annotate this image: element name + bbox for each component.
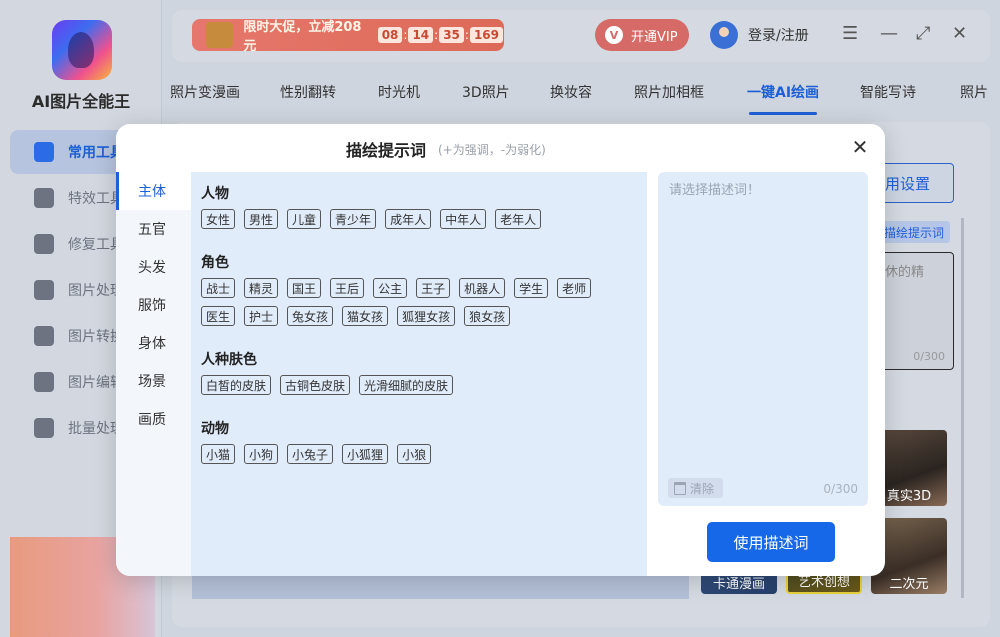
edit-icon xyxy=(34,372,54,392)
tag-item[interactable]: 中年人 xyxy=(440,209,487,229)
tag-item[interactable]: 光滑细腻的皮肤 xyxy=(359,375,454,395)
category-quality[interactable]: 画质 xyxy=(116,400,191,438)
tag-item[interactable]: 老年人 xyxy=(495,209,542,229)
scrollbar[interactable] xyxy=(961,218,964,598)
settings-button[interactable]: 用设置 xyxy=(880,163,954,203)
category-scene[interactable]: 场景 xyxy=(116,362,191,400)
countdown-ms: 169 xyxy=(469,27,503,43)
convert-icon xyxy=(34,326,54,346)
clear-button[interactable]: 清除 xyxy=(668,478,723,498)
countdown-hours: 08 xyxy=(377,27,403,43)
category-clothing[interactable]: 服饰 xyxy=(116,286,191,324)
prompt-textarea[interactable]: 休的精 0/300 xyxy=(880,252,954,370)
tag-item[interactable]: 成年人 xyxy=(385,209,432,229)
tab-3d-photo[interactable]: 3D照片 xyxy=(462,82,510,102)
tag-item[interactable]: 兔女孩 xyxy=(287,306,334,326)
category-subject[interactable]: 主体 xyxy=(116,172,191,210)
tab-photo-more[interactable]: 照片 xyxy=(960,82,988,102)
group-title-skin: 人种肤色 xyxy=(201,352,257,368)
selected-prompts-box[interactable]: 请选择描述词！ 清除 0/300 xyxy=(658,172,868,506)
tag-item[interactable]: 小猫 xyxy=(201,444,236,464)
category-features[interactable]: 五官 xyxy=(116,210,191,248)
tag-item[interactable]: 狼女孩 xyxy=(464,306,511,326)
group-title-role: 角色 xyxy=(201,255,229,271)
countdown-minutes: 14 xyxy=(408,27,434,43)
tag-row: 战士 精灵 国王 王后 公主 王子 机器人 学生 老师 xyxy=(201,278,600,298)
panel-divider xyxy=(647,172,658,576)
tag-item[interactable]: 女性 xyxy=(201,209,236,229)
tag-item[interactable]: 战士 xyxy=(201,278,236,298)
tag-item[interactable]: 狐狸女孩 xyxy=(397,306,456,326)
avatar xyxy=(710,21,738,49)
app-logo xyxy=(52,20,112,80)
tab-ai-poem[interactable]: 智能写诗 xyxy=(860,82,916,102)
minimize-icon[interactable]: — xyxy=(880,24,898,44)
tag-item[interactable]: 猫女孩 xyxy=(342,306,389,326)
gift-icon xyxy=(206,22,234,48)
category-hair[interactable]: 头发 xyxy=(116,248,191,286)
tag-item[interactable]: 老师 xyxy=(557,278,592,298)
menu-icon[interactable]: ☰ xyxy=(842,24,858,44)
grid-icon xyxy=(34,142,54,162)
tag-item[interactable]: 医生 xyxy=(201,306,236,326)
tag-item[interactable]: 男性 xyxy=(244,209,279,229)
window-close-icon[interactable]: ✕ xyxy=(952,24,967,44)
selected-placeholder: 请选择描述词！ xyxy=(669,183,761,198)
feature-tabs: 照片变漫画 性别翻转 时光机 3D照片 换妆容 照片加相框 一键AI绘画 智能写… xyxy=(170,72,1000,115)
image-icon xyxy=(34,280,54,300)
tag-row: 白皙的皮肤 古铜色皮肤 光滑细腻的皮肤 xyxy=(201,375,462,395)
prompt-tag[interactable]: 描绘提示词 xyxy=(880,221,950,243)
tag-item[interactable]: 小兔子 xyxy=(287,444,334,464)
tag-item[interactable]: 王后 xyxy=(330,278,365,298)
tag-item[interactable]: 王子 xyxy=(416,278,451,298)
app-name: AI图片全能王 xyxy=(31,92,131,111)
login-button[interactable]: 登录/注册 xyxy=(710,20,809,50)
trash-icon xyxy=(674,481,686,495)
tag-item[interactable]: 精灵 xyxy=(244,278,279,298)
countdown-seconds: 35 xyxy=(439,27,464,43)
tag-item[interactable]: 白皙的皮肤 xyxy=(201,375,272,395)
tag-row: 医生 护士 兔女孩 猫女孩 狐狸女孩 狼女孩 xyxy=(201,306,519,326)
selected-count: 0/300 xyxy=(823,482,858,496)
tab-photo-frame[interactable]: 照片加相框 xyxy=(634,82,704,102)
tag-row: 女性 男性 儿童 青少年 成年人 中年人 老年人 xyxy=(201,209,550,229)
close-icon[interactable]: ✕ xyxy=(849,136,871,158)
tab-photo-to-comic[interactable]: 照片变漫画 xyxy=(170,82,240,102)
tab-time-machine[interactable]: 时光机 xyxy=(378,82,420,102)
tag-item[interactable]: 学生 xyxy=(514,278,549,298)
tag-item[interactable]: 儿童 xyxy=(287,209,322,229)
use-prompts-button[interactable]: 使用描述词 xyxy=(707,522,835,562)
tab-makeup[interactable]: 换妆容 xyxy=(550,82,592,102)
group-title-person: 人物 xyxy=(201,186,229,202)
tab-gender-swap[interactable]: 性别翻转 xyxy=(280,82,336,102)
vip-button[interactable]: V 开通VIP xyxy=(595,19,689,51)
dialog-title: 描绘提示词 xyxy=(346,141,427,160)
prompt-dialog: 描绘提示词 (+为强调，-为弱化) ✕ 主体 五官 头发 服饰 身体 场景 画质… xyxy=(116,124,885,576)
tag-item[interactable]: 小狐狸 xyxy=(342,444,389,464)
promo-banner[interactable]: 限时大促，立减208元 08: 14: 35: 169 xyxy=(192,19,504,54)
dialog-subtitle: (+为强调，-为弱化) xyxy=(438,143,546,157)
tag-item[interactable]: 机器人 xyxy=(459,278,506,298)
star-icon xyxy=(34,188,54,208)
tag-item[interactable]: 小狼 xyxy=(397,444,432,464)
tag-item[interactable]: 青少年 xyxy=(330,209,377,229)
tag-item[interactable]: 小狗 xyxy=(244,444,279,464)
category-list: 主体 五官 头发 服饰 身体 场景 画质 xyxy=(116,172,191,576)
tag-item[interactable]: 护士 xyxy=(244,306,279,326)
maximize-icon[interactable]: ⤢ xyxy=(916,24,930,44)
upload-icon xyxy=(34,418,54,438)
tag-item[interactable]: 国王 xyxy=(287,278,322,298)
tag-item[interactable]: 公主 xyxy=(373,278,408,298)
vip-icon: V xyxy=(605,26,623,44)
bandage-icon xyxy=(34,234,54,254)
tag-row: 小猫 小狗 小兔子 小狐狸 小狼 xyxy=(201,444,440,464)
category-body[interactable]: 身体 xyxy=(116,324,191,362)
dialog-header: 描绘提示词 (+为强调，-为弱化) ✕ xyxy=(116,124,885,172)
tag-item[interactable]: 古铜色皮肤 xyxy=(280,375,351,395)
group-title-animal: 动物 xyxy=(201,421,229,437)
tag-panel: 人物 女性 男性 儿童 青少年 成年人 中年人 老年人 角色 战士 精灵 国王 … xyxy=(191,172,647,576)
bottom-bar xyxy=(192,575,689,599)
tab-ai-painting[interactable]: 一键AI绘画 xyxy=(747,82,819,115)
